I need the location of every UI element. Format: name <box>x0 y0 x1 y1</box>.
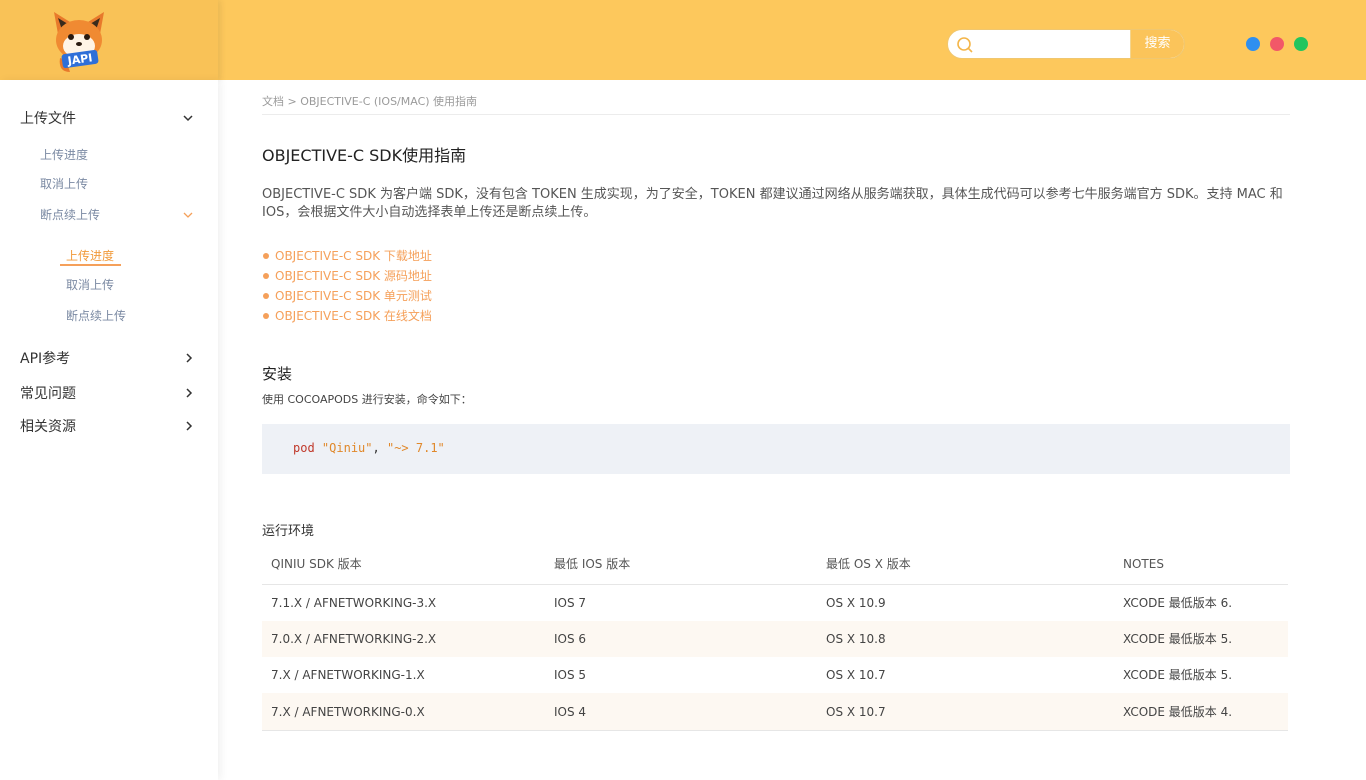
link-unit-test[interactable]: OBJECTIVE-C SDK 单元测试 <box>262 286 432 306</box>
logo-text: JAPI <box>66 51 93 67</box>
green-dot-icon[interactable] <box>1294 37 1308 51</box>
search-box: 搜索 <box>947 29 1185 59</box>
sidebar-item-cancel-upload[interactable]: 取消上传 <box>40 175 88 192</box>
logo-area: JAPI <box>0 0 218 80</box>
blue-dot-icon[interactable] <box>1246 37 1260 51</box>
table-header-cell: NOTES <box>1123 557 1164 571</box>
sidebar-item-resources[interactable]: 相关资源 <box>20 416 76 436</box>
table-cell: 7.1.X / AFNETWORKING-3.X <box>271 596 437 610</box>
breadcrumb[interactable]: 文档 > OBJECTIVE-C (IOS/MAC) 使用指南 <box>262 93 477 109</box>
table-row: 7.X / AFNETWORKING-1.X IOS 5 OS X 10.7 X… <box>262 657 1288 693</box>
code-arg-1: "Qiniu" <box>321 441 373 455</box>
table-cell: IOS 4 <box>554 705 587 719</box>
table-cell: IOS 6 <box>554 632 587 646</box>
divider <box>262 114 1290 115</box>
code-arg-2: "~> 7.1" <box>386 441 445 455</box>
table-row: 7.0.X / AFNETWORKING-2.X IOS 6 OS X 10.8… <box>262 621 1288 657</box>
table-cell: 7.X / AFNETWORKING-1.X <box>271 668 425 682</box>
link-source[interactable]: OBJECTIVE-C SDK 源码地址 <box>262 266 432 286</box>
code-keyword: pod <box>293 441 315 455</box>
code-separator: , <box>372 441 380 455</box>
link-download[interactable]: OBJECTIVE-C SDK 下载地址 <box>262 246 432 266</box>
table-header-cell: QINIU SDK 版本 <box>271 557 362 571</box>
fox-logo-icon[interactable]: JAPI <box>48 8 110 74</box>
chevron-right-icon[interactable] <box>184 421 194 431</box>
table-cell: IOS 7 <box>554 596 587 610</box>
table-row: 7.1.X / AFNETWORKING-3.X IOS 7 OS X 10.9… <box>262 585 1288 621</box>
sidebar-item-faq[interactable]: 常见问题 <box>20 383 76 403</box>
link-online-docs[interactable]: OBJECTIVE-C SDK 在线文档 <box>262 306 432 326</box>
link-list: OBJECTIVE-C SDK 下载地址 OBJECTIVE-C SDK 源码地… <box>262 246 432 326</box>
table-cell: OS X 10.9 <box>826 596 886 610</box>
search-icon <box>957 37 973 53</box>
code-block[interactable]: pod "Qiniu", "~> 7.1" <box>262 424 1290 474</box>
search-input[interactable] <box>980 30 1130 58</box>
top-header: JAPI 搜索 <box>0 0 1366 80</box>
sidebar-item-upload-progress[interactable]: 上传进度 <box>40 146 88 163</box>
table-header-cell: 最低 OS X 版本 <box>826 557 911 571</box>
table-cell: 7.X / AFNETWORKING-0.X <box>271 705 425 719</box>
chevron-right-icon[interactable] <box>184 353 194 363</box>
chevron-right-icon[interactable] <box>184 388 194 398</box>
sidebar-subitem-resume-upload[interactable]: 断点续上传 <box>66 307 126 324</box>
install-heading: 安装 <box>262 365 293 383</box>
active-indicator <box>60 264 121 266</box>
sidebar-item-api-reference[interactable]: API参考 <box>20 348 70 368</box>
code-line: pod "Qiniu", "~> 7.1" <box>293 441 445 455</box>
table-cell: 7.0.X / AFNETWORKING-2.X <box>271 632 437 646</box>
env-heading: 运行环境 <box>262 524 315 539</box>
table-row: 7.X / AFNETWORKING-0.X IOS 4 OS X 10.7 X… <box>262 693 1288 731</box>
install-description: 使用 COCOAPODS 进行安装，命令如下： <box>262 393 472 406</box>
sidebar-item-resume-upload[interactable]: 断点续上传 <box>40 206 100 223</box>
chevron-down-icon[interactable] <box>183 210 193 220</box>
intro-paragraph: OBJECTIVE-C SDK 为客户端 SDK，没有包含 TOKEN 生成实现… <box>262 187 1283 220</box>
red-dot-icon[interactable] <box>1270 37 1284 51</box>
table-cell: OS X 10.7 <box>826 705 886 719</box>
table-cell: XCODE 最低版本 5. <box>1123 632 1233 646</box>
env-table: QINIU SDK 版本 最低 IOS 版本 最低 OS X 版本 NOTES … <box>262 547 1288 731</box>
table-cell: XCODE 最低版本 6. <box>1123 596 1233 610</box>
table-cell: OS X 10.8 <box>826 632 886 646</box>
sidebar-subitem-upload-progress[interactable]: 上传进度 <box>66 247 114 264</box>
table-cell: IOS 5 <box>554 668 587 682</box>
page-title: OBJECTIVE-C SDK使用指南 <box>262 146 467 165</box>
table-header-row: QINIU SDK 版本 最低 IOS 版本 最低 OS X 版本 NOTES <box>262 547 1288 585</box>
sidebar: 上传文件 上传进度 取消上传 断点续上传 上传进度 取消上传 断点续上传 API… <box>0 80 218 780</box>
search-button[interactable]: 搜索 <box>1130 30 1184 58</box>
chevron-down-icon[interactable] <box>183 113 193 123</box>
sidebar-subitem-cancel-upload[interactable]: 取消上传 <box>66 276 114 293</box>
table-cell: OS X 10.7 <box>826 668 886 682</box>
table-cell: XCODE 最低版本 5. <box>1123 668 1233 682</box>
table-cell: XCODE 最低版本 4. <box>1123 705 1233 719</box>
table-header-cell: 最低 IOS 版本 <box>554 557 631 571</box>
sidebar-item-upload-files[interactable]: 上传文件 <box>20 108 76 128</box>
